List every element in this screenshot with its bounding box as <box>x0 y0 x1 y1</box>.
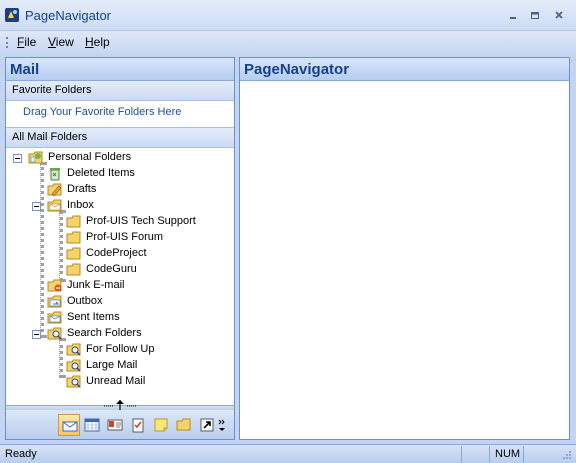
nav-button-folder-list[interactable] <box>173 414 195 436</box>
tree-node-label: CodeGuru <box>86 263 137 275</box>
personal-folders-icon <box>28 150 44 165</box>
contacts-icon <box>107 419 123 431</box>
folder-tree: Personal Folders Deleted Items Drafts In… <box>6 148 234 404</box>
collapse-toggle[interactable] <box>32 202 41 211</box>
menu-view-mnemonic: V <box>48 35 56 49</box>
tree-node-label: Outbox <box>67 295 103 307</box>
junk-mail-icon <box>47 278 63 293</box>
search-folder-icon <box>66 374 82 389</box>
search-folder-icon <box>47 326 63 341</box>
tree-node-label: Prof-UIS Forum <box>86 231 164 243</box>
menu-file-label: ile <box>24 35 37 49</box>
tree-node-label: Large Mail <box>86 359 138 371</box>
menu-file[interactable]: File <box>17 35 36 49</box>
folder-icon <box>66 214 82 229</box>
nav-button-mail[interactable] <box>58 414 80 436</box>
tree-node-label: Personal Folders <box>48 151 132 163</box>
title-bar: PageNavigator <box>0 0 576 31</box>
collapse-toggle[interactable] <box>32 330 41 339</box>
tree-node-label: For Follow Up <box>86 343 155 355</box>
resize-grip-icon[interactable] <box>560 450 572 462</box>
toolbar-grip[interactable] <box>6 37 8 48</box>
calendar-icon <box>84 418 100 432</box>
navigation-pane: Mail Favorite Folders Drag Your Favorite… <box>5 57 235 440</box>
status-pane-blank <box>461 446 489 463</box>
tree-line <box>40 162 44 338</box>
num-lock-indicator: NUM <box>489 446 523 463</box>
search-folder-icon <box>66 342 82 357</box>
content-pane-header: PageNavigator <box>240 58 569 81</box>
notes-icon <box>154 418 168 432</box>
tree-node-label: CodeProject <box>86 247 147 259</box>
all-mail-folders-header[interactable]: All Mail Folders <box>6 128 234 148</box>
maximize-button[interactable] <box>526 8 544 24</box>
status-pane-blank-2 <box>523 446 549 463</box>
tree-node-label: Prof-UIS Tech Support <box>86 215 196 227</box>
outbox-icon <box>47 294 63 309</box>
maximize-icon <box>531 12 539 19</box>
menu-view-label: iew <box>55 35 74 49</box>
menu-bar: File View Help <box>0 31 576 53</box>
mail-icon <box>62 421 78 432</box>
tree-line <box>59 338 63 378</box>
tree-node-label: Junk E-mail <box>67 279 125 291</box>
nav-button-notes[interactable] <box>150 414 172 436</box>
status-text: Ready <box>5 448 37 460</box>
menu-help[interactable]: Help <box>85 35 110 49</box>
menu-view[interactable]: View <box>48 35 74 49</box>
minimize-button[interactable] <box>504 8 522 24</box>
close-button[interactable] <box>550 8 568 24</box>
app-icon <box>4 7 20 23</box>
nav-button-contacts[interactable] <box>104 414 126 436</box>
favorite-folders-header[interactable]: Favorite Folders <box>6 81 234 101</box>
content-pane: PageNavigator <box>239 57 570 440</box>
search-folder-icon <box>66 358 82 373</box>
nav-button-bar <box>6 410 234 439</box>
tasks-icon <box>132 418 144 433</box>
folder-icon <box>66 262 82 277</box>
tree-node-label: Inbox <box>67 199 94 211</box>
configure-buttons-icon <box>218 419 225 431</box>
tree-node-label: Deleted Items <box>67 167 135 179</box>
nav-button-shortcuts[interactable] <box>196 414 218 436</box>
status-bar: Ready NUM <box>0 444 576 463</box>
nav-button-calendar[interactable] <box>81 414 103 436</box>
nav-pane-header: Mail <box>6 58 234 81</box>
menu-help-mnemonic: H <box>85 35 94 49</box>
drafts-icon <box>47 182 63 197</box>
folder-icon <box>66 246 82 261</box>
window-title: PageNavigator <box>25 8 111 23</box>
tree-line <box>59 210 63 282</box>
nav-button-configure[interactable] <box>216 414 230 436</box>
tree-node-label: Sent Items <box>67 311 120 323</box>
minimize-icon <box>510 17 516 19</box>
menu-help-label: elp <box>93 35 110 49</box>
shortcuts-icon <box>200 418 214 432</box>
tree-node-label: Search Folders <box>67 327 142 339</box>
tree-node-label: Unread Mail <box>86 375 146 387</box>
trash-icon <box>47 166 63 181</box>
sent-items-icon <box>47 310 63 325</box>
close-icon <box>555 11 563 19</box>
nav-button-tasks[interactable] <box>127 414 149 436</box>
inbox-icon <box>47 198 63 213</box>
folder-icon <box>66 230 82 245</box>
favorites-drop-zone[interactable]: Drag Your Favorite Folders Here <box>6 101 234 128</box>
tree-node-label: Drafts <box>67 183 97 195</box>
collapse-toggle[interactable] <box>13 154 22 163</box>
folder-list-icon <box>176 418 191 431</box>
